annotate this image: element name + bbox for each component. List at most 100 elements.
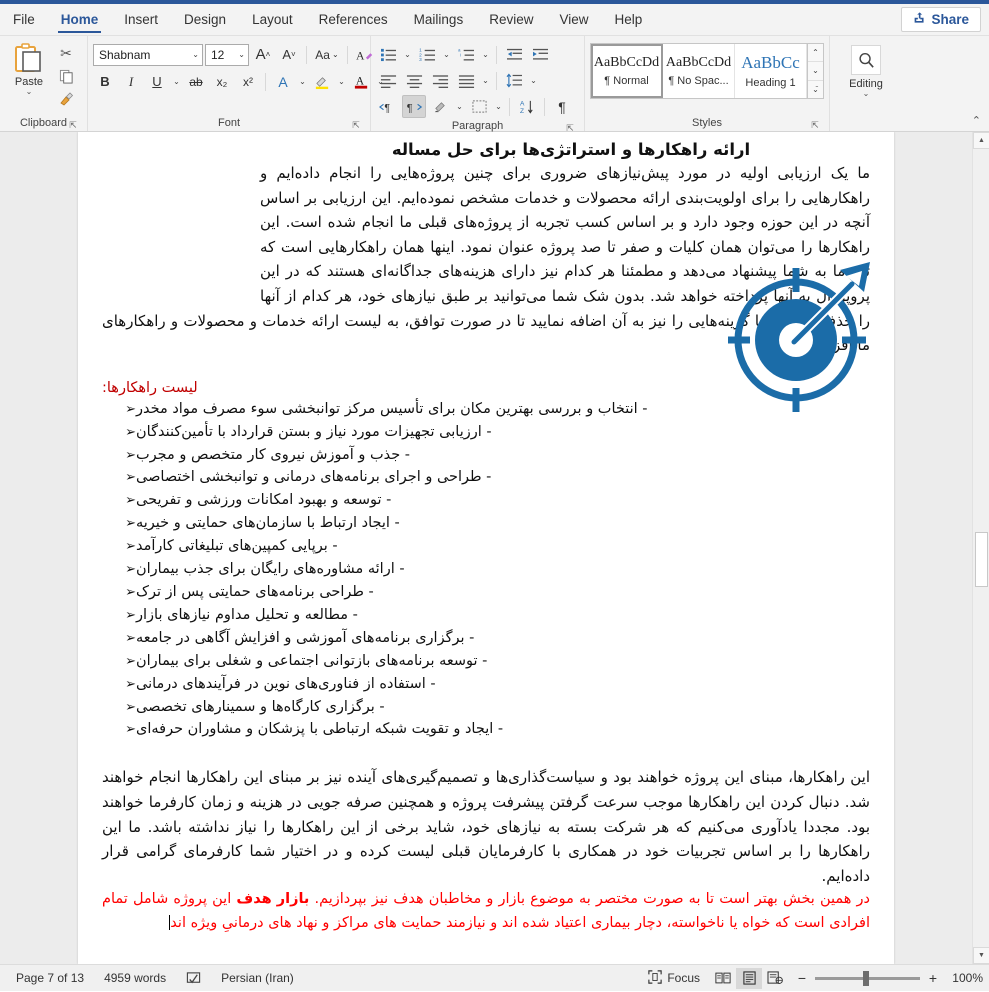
style-heading-1[interactable]: AaBbCc Heading 1 xyxy=(735,44,807,98)
highlight-dropdown-icon[interactable]: ⌄ xyxy=(336,71,347,93)
zoom-in-button[interactable]: + xyxy=(927,970,939,986)
zoom-out-button[interactable]: − xyxy=(796,970,808,986)
tab-home[interactable]: Home xyxy=(48,4,112,35)
editing-group-label xyxy=(835,115,897,131)
style-no-spacing[interactable]: AaBbCcDd ¶ No Spac... xyxy=(663,44,735,98)
red-text-line-1: در همین بخش بهتر است تا به صورت مختصر به… xyxy=(314,891,870,908)
zoom-slider-thumb[interactable] xyxy=(863,970,869,986)
scissors-icon[interactable]: ✂ xyxy=(56,43,76,63)
vertical-scrollbar[interactable]: ▲ ▼ xyxy=(972,132,989,964)
tab-layout-label: Layout xyxy=(252,12,293,27)
font-color-icon[interactable]: A xyxy=(349,70,373,93)
proofing-errors-icon[interactable] xyxy=(176,971,211,986)
list-item-text: - مطالعه و تحلیل مداوم نیازهای بازار xyxy=(136,606,358,623)
print-layout-icon[interactable] xyxy=(736,967,762,989)
copy-icon[interactable] xyxy=(56,66,76,86)
bullets-dropdown-icon[interactable]: ⌄ xyxy=(402,44,413,66)
clipboard-dialog-launcher[interactable]: ⇱ xyxy=(68,120,78,130)
zoom-slider[interactable] xyxy=(815,970,920,986)
page-content[interactable]: ارائه راهکارها و استراتژی‌ها برای حل مسا… xyxy=(78,132,894,964)
font-size-combo[interactable]: 12 ⌄ xyxy=(205,43,249,66)
left-to-right-icon[interactable]: ¶ xyxy=(376,95,400,118)
document-page[interactable]: ارائه راهکارها و استراتژی‌ها برای حل مسا… xyxy=(78,132,894,964)
show-formatting-marks-icon[interactable]: ¶ xyxy=(550,95,574,118)
chevron-down-icon[interactable]: ⌄ xyxy=(863,90,870,98)
tab-layout[interactable]: Layout xyxy=(239,4,306,35)
justify-icon[interactable] xyxy=(454,69,478,92)
underline-button[interactable]: U xyxy=(145,70,169,93)
paste-button[interactable]: Paste ⌄ xyxy=(5,39,53,96)
italic-button[interactable]: I xyxy=(119,70,143,93)
svg-text:3: 3 xyxy=(419,57,422,62)
svg-text:¶: ¶ xyxy=(407,102,413,114)
ribbon: Paste ⌄ ✂ Clipboard ⇱ Shabnam ⌄ 12 ⌄ A ˄… xyxy=(0,36,989,133)
bullet-arrow-icon: ➢ xyxy=(125,470,136,486)
align-right-icon[interactable] xyxy=(428,69,452,92)
borders-icon[interactable] xyxy=(467,95,491,118)
language-indicator[interactable]: Persian (Iran) xyxy=(211,971,304,985)
share-button[interactable]: Share xyxy=(901,7,981,32)
tab-help[interactable]: Help xyxy=(602,4,656,35)
text-effects-dropdown-icon[interactable]: ⌄ xyxy=(297,71,308,93)
bold-button[interactable]: B xyxy=(93,70,117,93)
shading-dropdown-icon[interactable]: ⌄ xyxy=(454,96,465,118)
shrink-font-icon[interactable]: A ˅ xyxy=(277,43,301,66)
red-bold-hadaf: هدف xyxy=(236,891,272,908)
zoom-level[interactable]: 100% xyxy=(947,971,983,985)
focus-mode-button[interactable]: Focus xyxy=(638,969,710,987)
tab-home-label: Home xyxy=(60,12,99,27)
tab-insert[interactable]: Insert xyxy=(111,4,171,35)
tab-review[interactable]: Review xyxy=(476,4,546,35)
text-highlight-icon[interactable] xyxy=(310,70,334,93)
collapse-ribbon-button[interactable]: ⌃ xyxy=(972,114,981,127)
divider xyxy=(265,72,266,91)
strikethrough-button[interactable]: ab xyxy=(184,70,208,93)
more-styles-icon[interactable]: ⌄̄ xyxy=(808,81,823,98)
subscript-button[interactable]: x₂ xyxy=(210,70,234,93)
increase-indent-icon[interactable] xyxy=(528,43,552,66)
change-case-icon[interactable]: Aa ⌄ xyxy=(312,43,342,66)
underline-dropdown-icon[interactable]: ⌄ xyxy=(171,71,182,93)
tab-file[interactable]: File xyxy=(0,4,48,35)
right-to-left-icon[interactable]: ¶ xyxy=(402,95,426,118)
web-layout-icon[interactable] xyxy=(762,968,788,989)
page-indicator[interactable]: Page 7 of 13 xyxy=(6,971,94,985)
chevron-down-icon[interactable]: ⌄ xyxy=(808,62,823,81)
font-family-combo[interactable]: Shabnam ⌄ xyxy=(93,43,203,66)
align-left-icon[interactable] xyxy=(376,69,400,92)
styles-dialog-launcher[interactable]: ⇱ xyxy=(810,120,820,130)
tab-references[interactable]: References xyxy=(306,4,401,35)
font-dialog-launcher[interactable]: ⇱ xyxy=(351,120,361,130)
read-mode-icon[interactable] xyxy=(710,968,736,989)
chevron-down-icon[interactable]: ⌄ xyxy=(26,88,33,96)
tab-mailings[interactable]: Mailings xyxy=(401,4,477,35)
justify-dropdown-icon[interactable]: ⌄ xyxy=(480,70,491,92)
format-painter-icon[interactable] xyxy=(56,89,76,109)
multilevel-dropdown-icon[interactable]: ⌄ xyxy=(480,44,491,66)
style-normal[interactable]: AaBbCcDd ¶ Normal xyxy=(591,44,663,98)
numbering-dropdown-icon[interactable]: ⌄ xyxy=(441,44,452,66)
scroll-down-arrow-icon[interactable]: ▼ xyxy=(973,947,989,964)
word-count[interactable]: 4959 words xyxy=(94,971,176,985)
bullet-arrow-icon: ➢ xyxy=(125,699,136,715)
tab-view[interactable]: View xyxy=(546,4,601,35)
numbering-icon[interactable]: 123 xyxy=(415,43,439,66)
sort-icon[interactable]: AZ xyxy=(515,95,539,118)
bullets-icon[interactable] xyxy=(376,43,400,66)
decrease-indent-icon[interactable] xyxy=(502,43,526,66)
shading-icon[interactable] xyxy=(428,95,452,118)
tab-design[interactable]: Design xyxy=(171,4,239,35)
grow-font-icon[interactable]: A ˄ xyxy=(251,43,275,66)
multilevel-list-icon[interactable]: ai xyxy=(454,43,478,66)
align-center-icon[interactable] xyxy=(402,69,426,92)
editing-button[interactable]: Editing ⌄ xyxy=(838,39,894,98)
line-spacing-dropdown-icon[interactable]: ⌄ xyxy=(528,70,539,92)
chevron-up-icon[interactable]: ⌃ xyxy=(808,44,823,63)
scroll-thumb[interactable] xyxy=(975,532,988,587)
borders-dropdown-icon[interactable]: ⌄ xyxy=(493,96,504,118)
text-effects-icon[interactable]: A xyxy=(271,70,295,93)
superscript-button[interactable]: x² xyxy=(236,70,260,93)
line-spacing-icon[interactable] xyxy=(502,69,526,92)
scroll-up-arrow-icon[interactable]: ▲ xyxy=(973,132,989,149)
paragraph-row-1: ⌄ 123 ⌄ ai ⌄ xyxy=(376,43,574,66)
